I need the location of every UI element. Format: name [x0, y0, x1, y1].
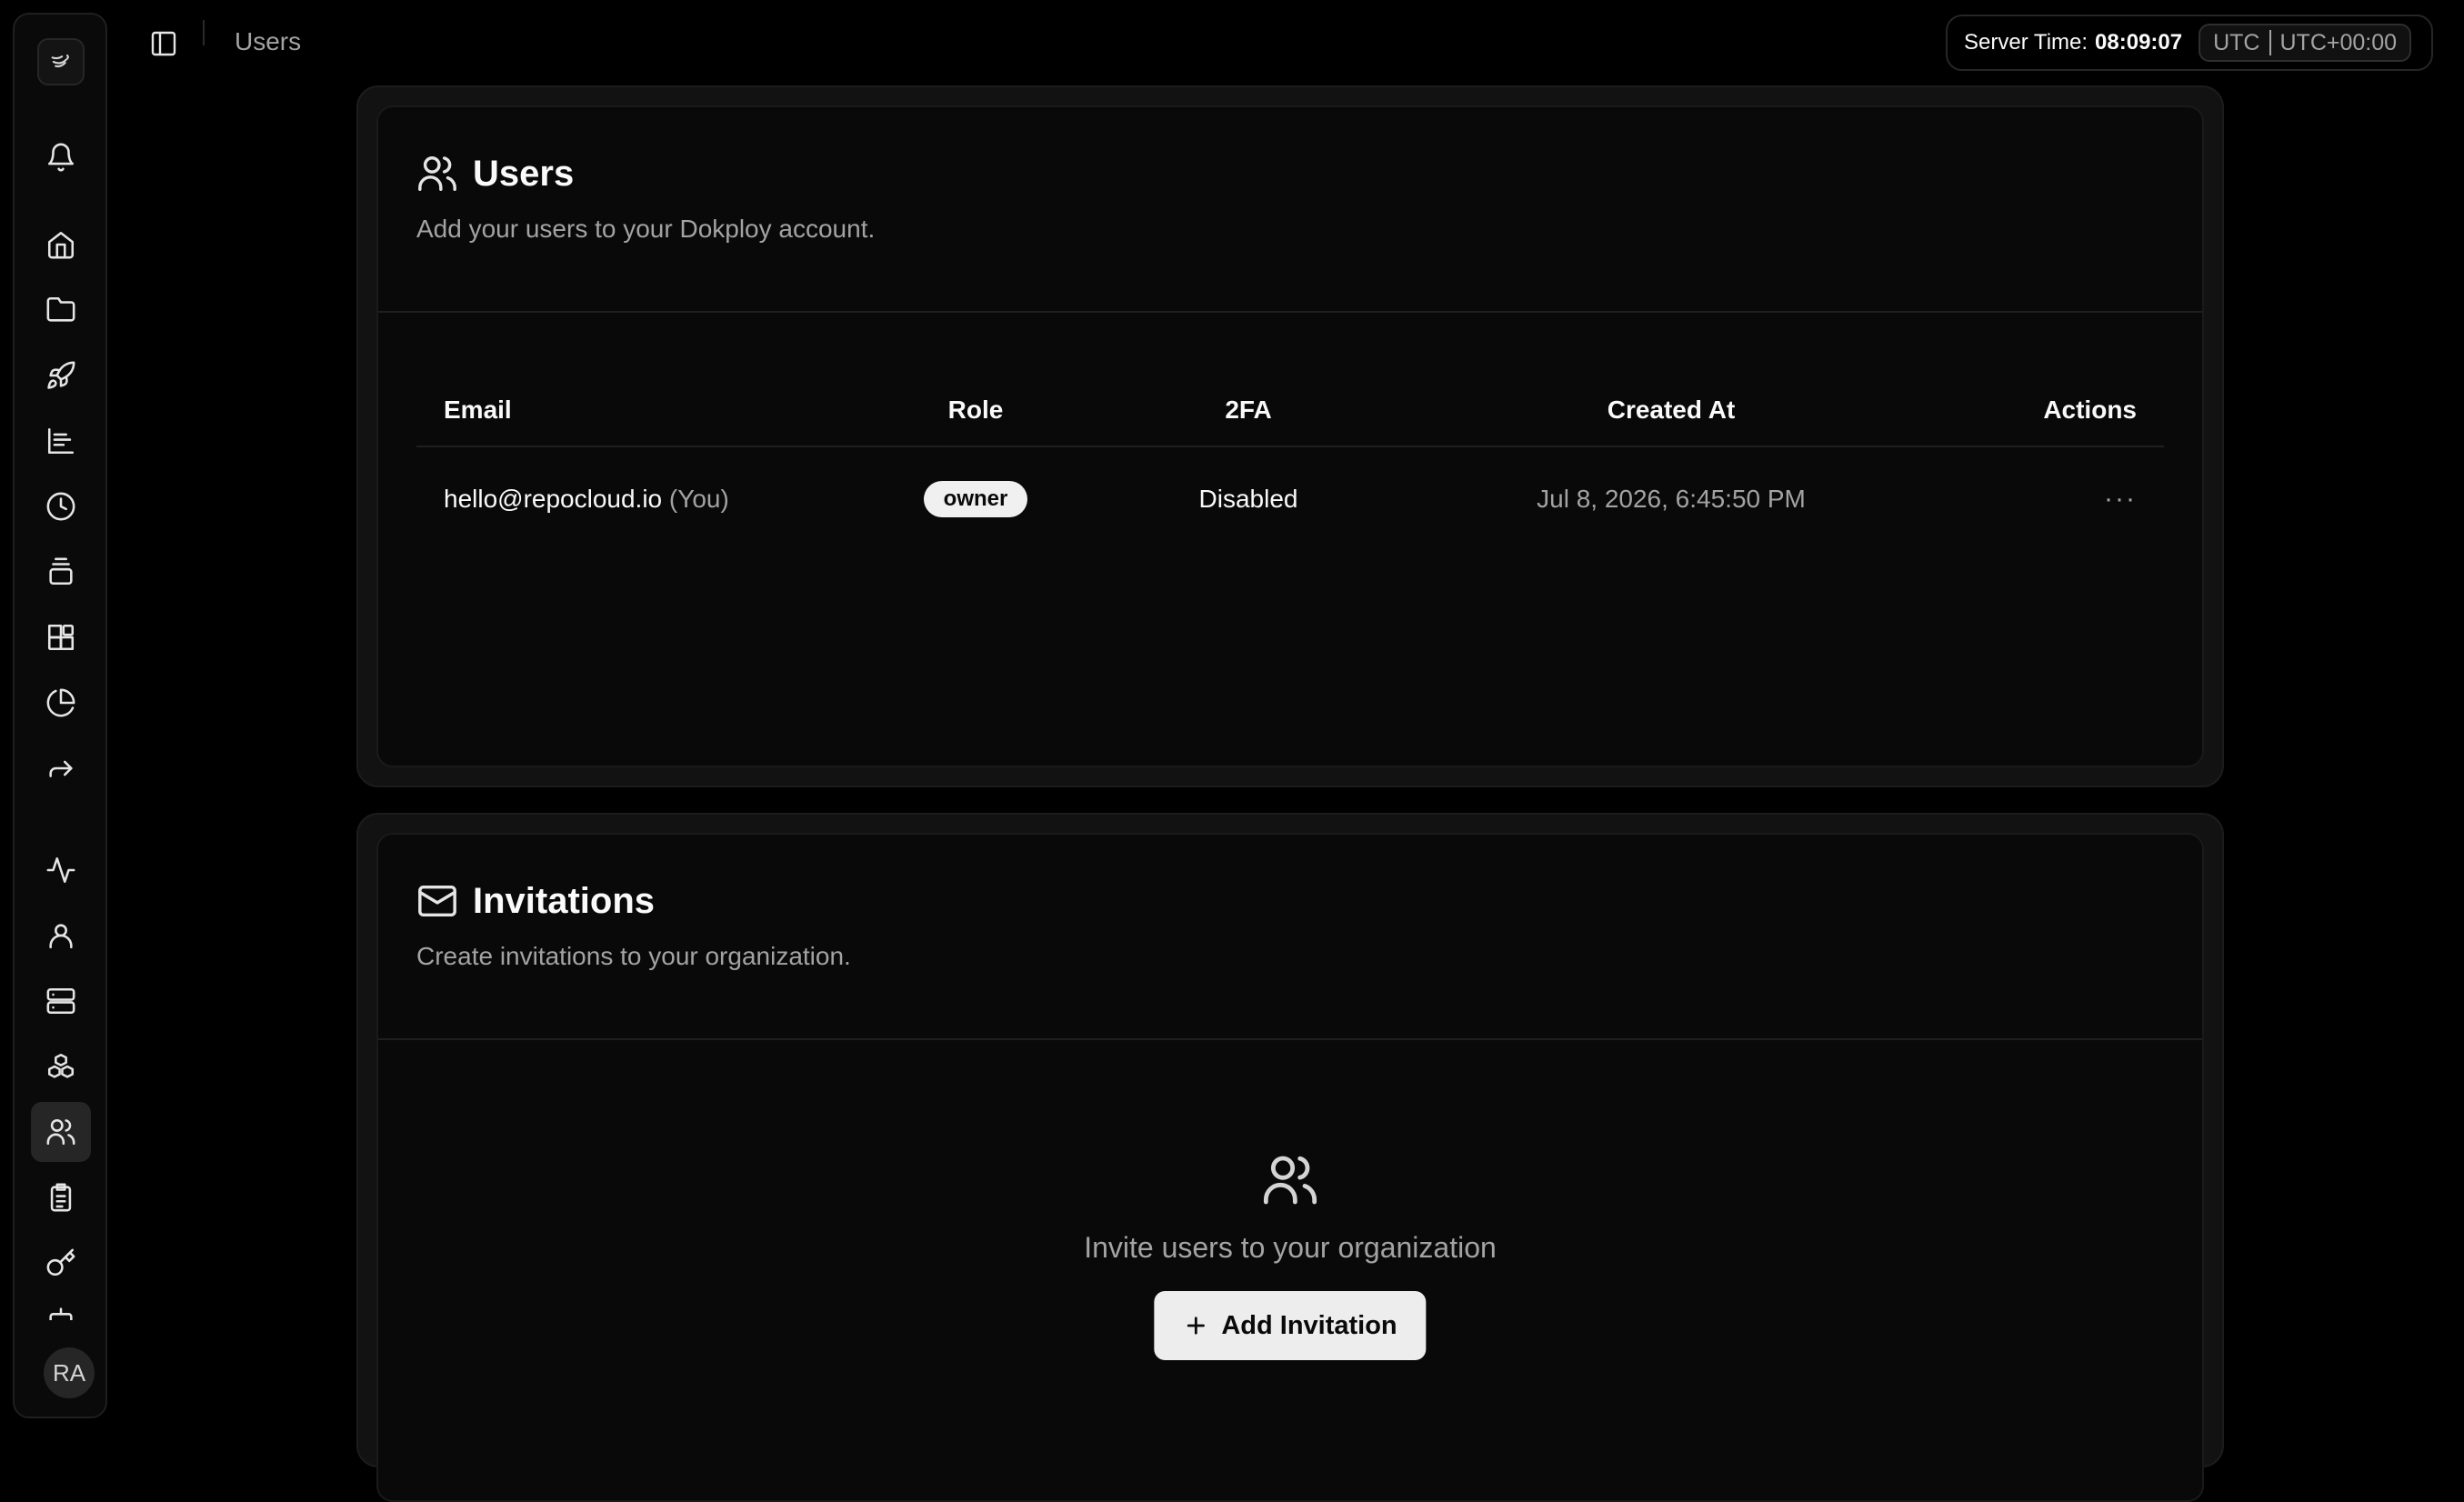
folder-icon — [46, 296, 75, 322]
table-row: hello@repocloud.io (You) owner Disabled … — [416, 449, 2164, 549]
user-created-at-cell: Jul 8, 2026, 6:45:50 PM — [1362, 485, 1980, 514]
users-title: Users — [416, 153, 875, 195]
sidebar-item-notifications[interactable] — [31, 127, 91, 187]
sidebar: RA — [13, 13, 107, 1418]
sidebar-item-activity[interactable] — [31, 840, 91, 900]
column-role: Role — [947, 396, 1004, 424]
sidebar-item-monitoring[interactable] — [31, 411, 91, 471]
timezone-offset: UTC+00:00 — [2279, 29, 2398, 55]
sidebar-item-ssh-keys[interactable] — [31, 1233, 91, 1293]
server-icon — [46, 987, 75, 1015]
sidebar-item-more[interactable] — [31, 1298, 91, 1320]
avatar[interactable]: RA — [44, 1347, 95, 1398]
bell-icon — [47, 143, 75, 172]
sidebar-item-deployments[interactable] — [31, 345, 91, 406]
column-2fa: 2FA — [1225, 396, 1272, 424]
user-role-cell: owner — [816, 481, 1135, 517]
rocket-icon — [47, 361, 75, 389]
users-icon — [1263, 1156, 1317, 1205]
sidebar-item-users[interactable] — [31, 1102, 91, 1162]
sidebar-item-servers[interactable] — [31, 971, 91, 1031]
user-2fa-status: Disabled — [1198, 485, 1298, 513]
users-header-divider — [378, 311, 2202, 313]
pie-chart-icon — [46, 688, 75, 717]
sidebar-toggle-button[interactable] — [145, 25, 182, 62]
add-invitation-label: Add Invitation — [1221, 1310, 1397, 1340]
server-time: Server Time: 08:09:07 UTC UTC+00:00 — [1946, 15, 2433, 71]
key-icon — [46, 1248, 75, 1277]
users-icon — [418, 156, 456, 191]
panel-left-icon — [151, 31, 176, 56]
timezone-badge: UTC UTC+00:00 — [2199, 24, 2412, 62]
user-actions-cell: ··· — [1980, 484, 2164, 515]
users-description: Add your users to your Dokploy account. — [416, 215, 876, 243]
users-card: Users Add your users to your Dokploy acc… — [356, 85, 2224, 787]
timezone-separator — [2269, 30, 2271, 55]
column-email: Email — [444, 396, 512, 424]
column-actions: Actions — [2043, 396, 2137, 424]
sidebar-item-templates[interactable] — [31, 607, 91, 667]
clipboard-icon — [50, 1183, 72, 1212]
users-title-text: Users — [473, 153, 575, 194]
role-badge: owner — [923, 481, 1028, 517]
server-time-value: 08:09:07 — [2095, 30, 2183, 55]
layers-icon — [49, 557, 73, 586]
users-card-header: Users Add your users to your Dokploy acc… — [416, 153, 875, 244]
users-card-inner: Users Add your users to your Dokploy acc… — [376, 105, 2204, 767]
add-invitation-button[interactable]: Add Invitation — [1154, 1291, 1427, 1360]
sidebar-item-queues[interactable] — [31, 542, 91, 602]
mail-icon — [418, 885, 456, 917]
more-actions-button[interactable]: ··· — [2104, 484, 2137, 514]
breadcrumb[interactable]: Users — [235, 27, 301, 56]
timezone-name: UTC — [2213, 29, 2260, 55]
boxes-icon — [47, 1053, 75, 1078]
plus-icon — [1187, 1317, 1205, 1335]
sidebar-item-schedules[interactable] — [31, 476, 91, 536]
server-time-label: Server Time: — [1964, 30, 2088, 55]
home-icon — [47, 231, 75, 259]
user-email-cell: hello@repocloud.io (You) — [416, 485, 816, 514]
user-created-at: Jul 8, 2026, 6:45:50 PM — [1537, 485, 1806, 513]
sidebar-item-projects[interactable] — [31, 280, 91, 340]
invitations-description: Create invitations to your organization. — [416, 942, 851, 970]
empty-state-text: Invite users to your organization — [1084, 1231, 1497, 1264]
clock-icon — [46, 492, 75, 521]
sidebar-item-clusters[interactable] — [31, 1036, 91, 1096]
sidebar-item-home[interactable] — [31, 215, 91, 275]
you-label: (You) — [668, 485, 729, 513]
dokploy-logo[interactable] — [37, 38, 85, 85]
sidebar-item-redirects[interactable] — [31, 738, 91, 798]
bot-icon — [49, 1307, 73, 1320]
empty-state-icon — [1261, 1151, 1319, 1214]
users-icon — [46, 1118, 75, 1146]
invitations-title-text: Invitations — [473, 880, 656, 921]
header-divider — [203, 20, 205, 45]
logo-icon — [51, 54, 69, 68]
invitations-header-divider — [378, 1038, 2202, 1040]
sidebar-item-analytics[interactable] — [31, 673, 91, 733]
chart-bars-icon — [47, 427, 75, 455]
user-email: hello@repocloud.io — [444, 485, 663, 513]
invitations-title: Invitations — [416, 880, 851, 922]
user-icon — [49, 924, 73, 949]
activity-icon — [46, 856, 75, 884]
invitations-card-inner: Invitations Create invitations to your o… — [376, 833, 2204, 1502]
column-created-at: Created At — [1607, 396, 1736, 424]
blocks-icon — [47, 624, 75, 651]
sidebar-item-audit[interactable] — [31, 1167, 91, 1227]
invitations-card: Invitations Create invitations to your o… — [356, 813, 2224, 1502]
invitations-card-header: Invitations Create invitations to your o… — [416, 880, 851, 971]
sidebar-item-profile[interactable] — [31, 906, 91, 966]
forward-icon — [49, 760, 73, 777]
users-table-header: Email Role 2FA Created At Actions — [416, 375, 2164, 447]
